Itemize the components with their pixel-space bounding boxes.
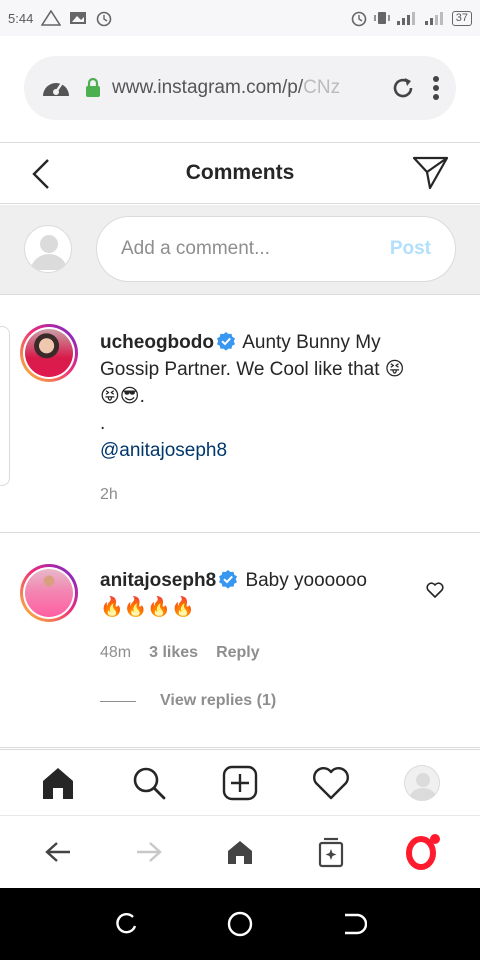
- comment-username[interactable]: anitajoseph8: [100, 570, 216, 591]
- browser-toolbar: www.instagram.com/p/CNz: [0, 36, 480, 142]
- add-comment-bar: Add a comment... Post: [0, 205, 480, 295]
- forward-arrow-icon: [136, 842, 162, 862]
- image-icon: [70, 12, 87, 24]
- page-title: Comments: [185, 161, 295, 184]
- nav-search[interactable]: [125, 759, 173, 807]
- back-icon[interactable]: [341, 911, 367, 937]
- comment-text: ucheogbodo Aunty Bunny My Gossip Partner…: [100, 329, 430, 464]
- comment-timestamp: 48m: [100, 644, 132, 661]
- comment-input-placeholder: Add a comment...: [121, 238, 270, 259]
- url-main: www.instagram.com/p/: [112, 77, 304, 98]
- browser-back[interactable]: [34, 828, 82, 876]
- status-bar: 5:44 37: [0, 0, 480, 36]
- search-icon: [133, 767, 166, 799]
- like-heart-icon[interactable]: [426, 582, 444, 598]
- comment-text-line: Baby yoooooo: [245, 570, 367, 591]
- replies-divider: [100, 700, 136, 702]
- comment-item: anitajoseph8 Baby yoooooo 🔥🔥🔥🔥 48m 3 lik…: [0, 534, 480, 748]
- nav-profile[interactable]: [398, 759, 446, 807]
- alarm-icon: [97, 11, 112, 27]
- comment-input[interactable]: Add a comment... Post: [96, 216, 456, 282]
- vibrate-icon: [374, 12, 390, 24]
- url-faded: CNz: [303, 77, 341, 98]
- comment-timestamp: 2h: [100, 486, 118, 503]
- comment-text-dot: .: [100, 413, 106, 434]
- status-time: 5:44: [8, 10, 34, 26]
- status-right: 37: [350, 9, 472, 27]
- home-icon: [42, 767, 73, 799]
- verified-badge-icon: [219, 570, 238, 589]
- more-menu-icon[interactable]: [432, 75, 440, 101]
- mention-link[interactable]: @anitajoseph8: [100, 440, 227, 461]
- nav-home[interactable]: [34, 759, 82, 807]
- back-arrow-icon: [44, 842, 70, 862]
- status-left: 5:44: [8, 9, 113, 27]
- comment-item: ucheogbodo Aunty Bunny My Gossip Partner…: [0, 296, 480, 533]
- recent-apps-icon[interactable]: [113, 911, 139, 937]
- verified-badge-icon: [216, 332, 235, 351]
- instagram-bottom-nav: [0, 749, 480, 815]
- story-ring-avatar[interactable]: [20, 324, 78, 382]
- browser-home[interactable]: [216, 828, 264, 876]
- browser-bottom-bar: [0, 815, 480, 888]
- share-direct-icon[interactable]: [412, 155, 450, 191]
- caption-edge: [0, 326, 10, 486]
- browser-opera-menu[interactable]: [398, 828, 446, 876]
- comments-header: Comments: [0, 142, 480, 204]
- comment-username[interactable]: ucheogbodo: [100, 332, 214, 353]
- warning-icon: [41, 10, 62, 26]
- avatar: [25, 329, 73, 377]
- comment-meta: 2h: [100, 486, 118, 504]
- browser-tabs[interactable]: [307, 828, 355, 876]
- android-navigation-bar: [0, 888, 480, 960]
- comment-text-line: 🔥🔥🔥🔥: [100, 597, 195, 618]
- post-button[interactable]: Post: [390, 238, 431, 260]
- avatar: [25, 569, 73, 617]
- speed-dial-icon[interactable]: [40, 74, 72, 102]
- view-replies-label: View replies (1): [160, 692, 277, 709]
- reply-button[interactable]: Reply: [216, 644, 260, 662]
- current-user-avatar: [24, 225, 72, 273]
- signal-icon: [396, 12, 415, 25]
- activity-heart-icon: [313, 766, 350, 799]
- story-ring-avatar[interactable]: [20, 564, 78, 622]
- signal-icon: [424, 12, 443, 25]
- comment-text-line: 😝😎.: [100, 386, 145, 407]
- likes-count[interactable]: 3 likes: [149, 644, 198, 662]
- new-post-icon: [222, 765, 258, 800]
- browser-forward[interactable]: [125, 828, 173, 876]
- lock-icon: [86, 77, 100, 97]
- comment-text: anitajoseph8 Baby yoooooo 🔥🔥🔥🔥: [100, 567, 430, 621]
- battery-level: 37: [451, 10, 472, 26]
- home-circle-icon[interactable]: [226, 910, 254, 938]
- profile-avatar: [404, 764, 441, 801]
- comment-meta: 48m 3 likes Reply: [100, 644, 260, 662]
- tabs-icon: [319, 837, 344, 868]
- address-bar[interactable]: www.instagram.com/p/CNz: [24, 56, 456, 120]
- nav-activity[interactable]: [307, 759, 355, 807]
- nav-new-post[interactable]: [216, 759, 264, 807]
- reload-icon[interactable]: [390, 75, 416, 101]
- home-icon: [227, 841, 252, 864]
- back-chevron-icon[interactable]: [30, 157, 54, 191]
- url-text: www.instagram.com/p/CNz: [112, 77, 357, 99]
- view-replies-button[interactable]: View replies (1): [100, 692, 276, 710]
- alarm-icon: [351, 11, 367, 27]
